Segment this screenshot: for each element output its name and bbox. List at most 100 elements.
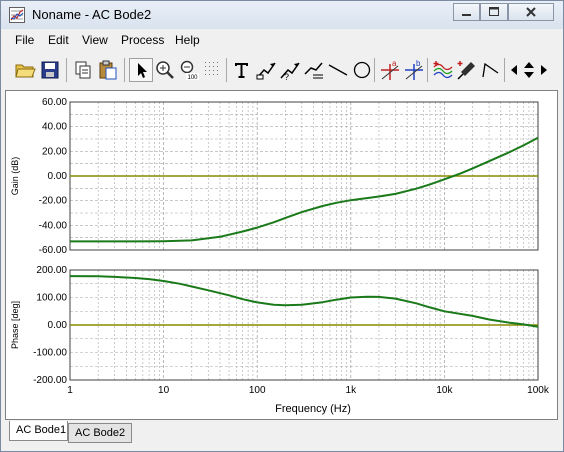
zoom-in-button[interactable]	[153, 58, 177, 82]
bode-chart-area: 60.00 40.00 20.00 0.00 -20.00 -40.00 -60.00 20…	[5, 90, 558, 420]
menu-bar: File Edit View Process Help	[1, 30, 563, 52]
curves-icon	[433, 61, 453, 79]
help-annotation-button[interactable]: ?	[278, 58, 302, 82]
line-icon	[328, 64, 348, 76]
curves-button[interactable]	[431, 58, 455, 82]
x-tick-label: 1	[67, 385, 73, 396]
grid-button[interactable]	[201, 58, 225, 82]
maximize-icon	[489, 7, 499, 16]
svg-text:b: b	[416, 59, 421, 68]
copy-icon	[75, 61, 91, 79]
arrow-annotation-icon	[256, 62, 276, 80]
save-icon	[41, 61, 59, 79]
zoom-100-button[interactable]: 100	[177, 58, 201, 82]
cursor-a-button[interactable]: a	[378, 58, 402, 82]
gain-y-tick-labels: 60.00 40.00 20.00 0.00 -20.00 -40.00 -60.00	[39, 97, 68, 256]
scroll-left-icon	[511, 65, 517, 75]
x-axis-label: Frequency (Hz)	[275, 403, 351, 415]
circle-icon	[353, 61, 371, 79]
pointer-button[interactable]	[129, 58, 153, 82]
line-button[interactable]	[326, 58, 350, 82]
zoom-in-icon	[156, 61, 174, 79]
gain-y-tick-label: 60.00	[42, 97, 67, 108]
app-icon	[9, 7, 25, 23]
circle-button[interactable]	[350, 58, 374, 82]
label-annotation-button[interactable]	[302, 58, 326, 82]
x-tick-label: 10k	[436, 385, 453, 396]
phase-y-tick-label: 200.00	[36, 265, 67, 276]
gain-y-tick-label: 20.00	[42, 146, 67, 157]
polyline-button[interactable]	[479, 58, 503, 82]
probe-button[interactable]	[455, 58, 479, 82]
phase-y-axis-label: Phase [deg]	[10, 301, 20, 349]
gain-y-tick-label: -20.00	[39, 196, 68, 207]
scroll-right-icon	[541, 65, 547, 75]
cursor-b-button[interactable]: b	[402, 58, 426, 82]
phase-y-tick-label: 100.00	[36, 293, 67, 304]
minimize-button[interactable]	[453, 3, 480, 21]
toolbar: 100 ? a b	[5, 55, 559, 87]
arrow-annotation-button[interactable]	[254, 58, 278, 82]
bode-plot[interactable]: 60.00 40.00 20.00 0.00 -20.00 -40.00 -60.00 20…	[6, 91, 557, 419]
menu-view[interactable]: View	[82, 33, 108, 47]
text-button[interactable]	[230, 58, 254, 82]
x-tick-label: 100k	[527, 385, 550, 396]
menu-help[interactable]: Help	[175, 33, 200, 47]
window-title: Noname - AC Bode2	[32, 7, 152, 22]
phase-y-tick-label: -100.00	[33, 348, 67, 359]
toolbar-separator	[504, 58, 505, 82]
probe-icon	[457, 61, 475, 80]
svg-text:a: a	[392, 59, 397, 68]
cursor-a-icon: a	[381, 59, 399, 80]
toolbar-separator	[124, 58, 125, 82]
menu-file[interactable]: File	[15, 33, 34, 47]
scroll-updown-button[interactable]	[521, 58, 537, 82]
x-tick-label: 100	[249, 385, 266, 396]
copy-button[interactable]	[71, 58, 95, 82]
application-window: Noname - AC Bode2 File Edit View Process…	[0, 0, 564, 452]
toolbar-separator	[374, 58, 375, 82]
save-button[interactable]	[38, 58, 62, 82]
scroll-updown-icon	[524, 62, 534, 78]
toolbar-separator	[66, 58, 67, 82]
gain-y-tick-label: -60.00	[39, 245, 68, 256]
svg-text:?: ?	[284, 72, 289, 82]
phase-y-tick-label: -200.00	[33, 375, 67, 386]
x-tick-label: 1k	[346, 385, 358, 396]
title-bar[interactable]: Noname - AC Bode2	[1, 1, 563, 29]
paste-icon	[99, 60, 117, 80]
tab-ac-bode1[interactable]: AC Bode1	[9, 421, 68, 441]
paste-button[interactable]	[96, 58, 120, 82]
minimize-icon	[462, 14, 471, 16]
open-folder-icon	[15, 64, 36, 78]
x-tick-labels: 1 10 100 1k 10k 100k	[67, 385, 550, 396]
gain-y-tick-label: 40.00	[42, 122, 67, 133]
zoom-100-icon: 100	[180, 60, 199, 81]
close-icon	[526, 7, 536, 17]
grid-icon	[205, 62, 218, 75]
x-tick-label: 10	[158, 385, 170, 396]
text-icon	[235, 63, 248, 78]
cursor-b-icon: b	[405, 59, 423, 80]
toolbar-separator	[427, 58, 428, 82]
menu-edit[interactable]: Edit	[48, 33, 69, 47]
pointer-icon	[138, 63, 147, 78]
phase-y-tick-label: 0.00	[48, 320, 68, 331]
gain-curve[interactable]	[70, 136, 539, 243]
polyline-icon	[482, 62, 499, 78]
scroll-right-button[interactable]	[537, 58, 551, 82]
gain-y-tick-label: -40.00	[39, 220, 68, 231]
open-button[interactable]	[13, 58, 37, 82]
phase-y-tick-labels: 200.00 100.00 0.00 -100.00 -200.00	[33, 265, 67, 386]
toolbar-separator	[226, 58, 227, 82]
svg-text:100: 100	[187, 75, 198, 81]
menu-process[interactable]: Process	[121, 33, 164, 47]
tab-ac-bode2[interactable]: AC Bode2	[68, 423, 132, 443]
help-annotation-icon: ?	[280, 62, 300, 82]
maximize-button[interactable]	[480, 3, 508, 21]
scroll-left-button[interactable]	[507, 58, 521, 82]
gain-y-tick-label: 0.00	[48, 171, 68, 182]
gain-y-axis-label: Gain (dB)	[10, 157, 20, 196]
close-button[interactable]	[508, 3, 554, 21]
label-annotation-icon	[304, 62, 323, 79]
